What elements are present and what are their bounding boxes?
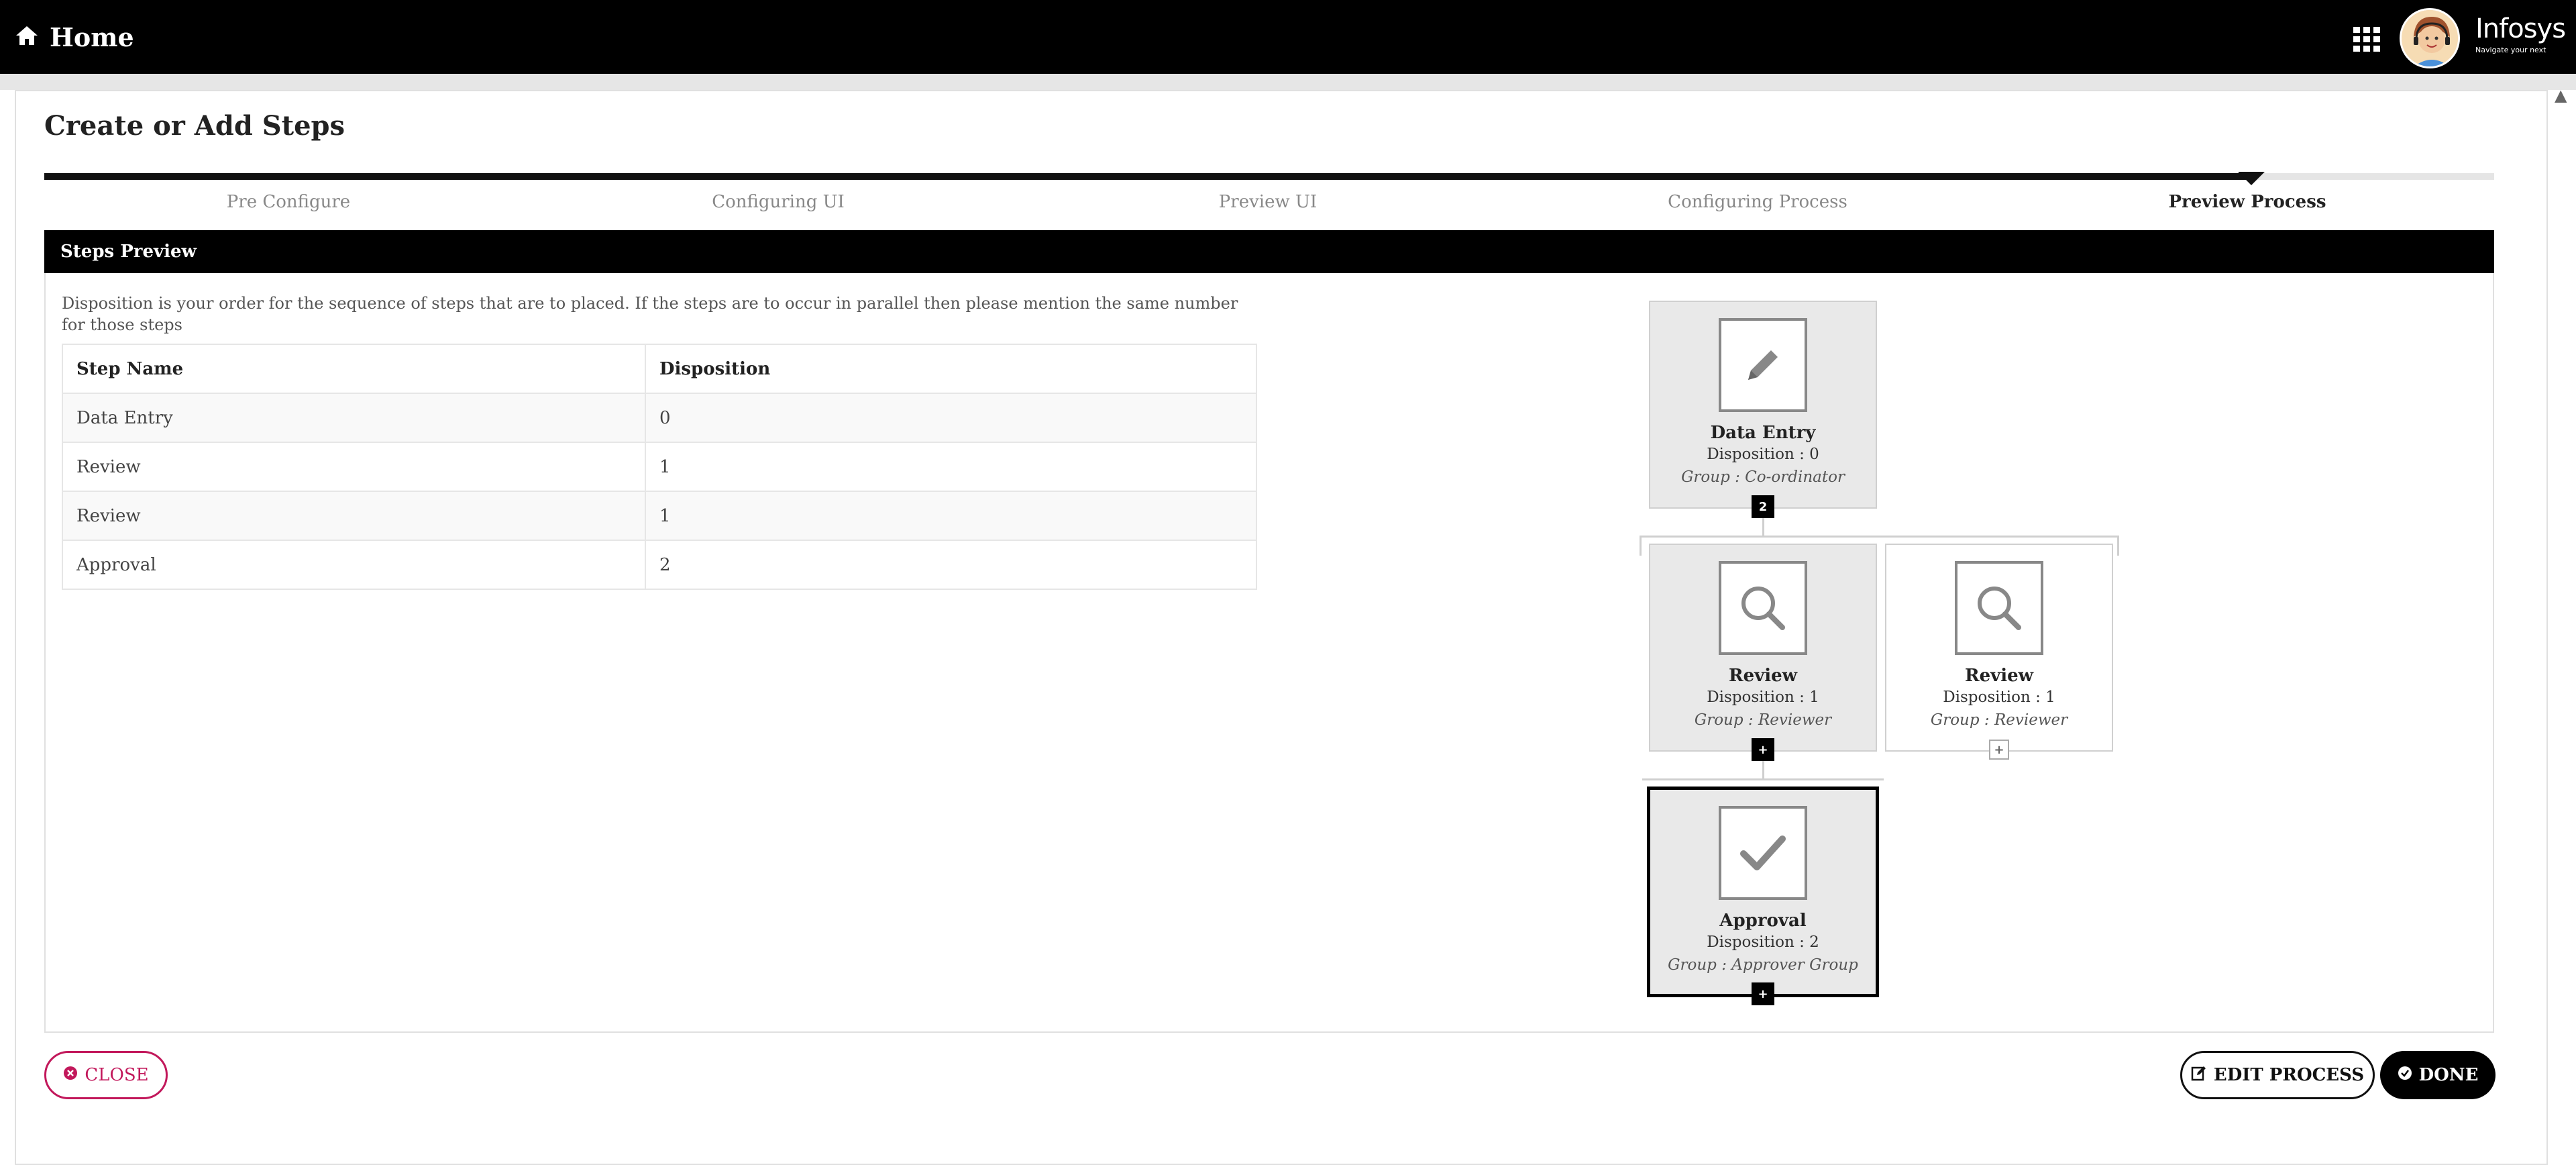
header-spacer (0, 74, 2576, 90)
edit-process-label: EDIT PROCESS (2213, 1065, 2365, 1085)
disposition-cell: 1 (645, 491, 1257, 541)
grid-icon[interactable] (2353, 27, 2380, 52)
node-title: Data Entry (1710, 423, 1816, 443)
flow-connector (1640, 536, 2119, 538)
node-group: Group : Reviewer (1930, 711, 2068, 729)
table-row: Review 1 (62, 491, 1257, 541)
node-disposition: Disposition : 1 (1943, 689, 2055, 706)
steps-table: Step Name Disposition Data Entry 0 Revie… (62, 344, 1257, 590)
avatar[interactable] (2400, 8, 2460, 68)
flow-node-review[interactable]: Review Disposition : 1 Group : Reviewer (1649, 544, 1877, 752)
table-row: Review 1 (62, 442, 1257, 492)
node-title: Review (1964, 666, 2034, 686)
flow-connector (2117, 536, 2119, 556)
done-button-label: DONE (2418, 1065, 2479, 1085)
column-header-step-name: Step Name (62, 344, 646, 394)
step-name-cell: Data Entry (62, 393, 646, 443)
node-title: Approval (1719, 911, 1807, 931)
top-bar: Home Infosys Navigate your next (0, 0, 2576, 74)
node-badge[interactable]: 2 (1752, 495, 1774, 518)
disposition-cell: 2 (645, 540, 1257, 590)
table-row: Data Entry 0 (62, 393, 1257, 443)
page-title: Create or Add Steps (44, 110, 345, 142)
flow-node-review-parallel[interactable]: Review Disposition : 1 Group : Reviewer (1885, 544, 2113, 752)
flow-connector (1762, 518, 1764, 537)
node-title: Review (1728, 666, 1798, 686)
home-label: Home (50, 21, 134, 52)
wizard-step-preview-process[interactable]: Preview Process (2080, 192, 2415, 212)
step-name-cell: Approval (62, 540, 646, 590)
search-icon (1719, 561, 1807, 655)
home-icon (15, 25, 39, 49)
scroll-up-arrow[interactable]: ▲ (2555, 86, 2567, 105)
add-step-button[interactable]: + (1752, 738, 1774, 761)
column-header-disposition: Disposition (645, 344, 1257, 394)
brand-logo: Infosys Navigate your next (2475, 13, 2566, 54)
table-row: Approval 2 (62, 540, 1257, 590)
wizard-step-configuring-ui[interactable]: Configuring UI (610, 192, 946, 212)
disposition-cell: 0 (645, 393, 1257, 443)
step-name-cell: Review (62, 491, 646, 541)
node-group: Group : Co-ordinator (1681, 468, 1845, 486)
node-group: Group : Approver Group (1668, 956, 1858, 974)
brand-name: Infosys (2475, 13, 2566, 44)
pencil-icon (1719, 318, 1807, 412)
close-button-label: CLOSE (85, 1065, 149, 1085)
flow-node-approval[interactable]: Approval Disposition : 2 Group : Approve… (1647, 787, 1879, 997)
steps-preview-header: Steps Preview (44, 230, 2494, 273)
node-disposition: Disposition : 1 (1707, 689, 1819, 706)
wizard-step-configuring-process[interactable]: Configuring Process (1590, 192, 1925, 212)
flow-connector (1642, 778, 1884, 780)
add-step-button[interactable]: + (1989, 740, 2009, 760)
table-header-row: Step Name Disposition (62, 344, 1257, 394)
wizard-active-marker (2238, 172, 2265, 185)
step-name-cell: Review (62, 442, 646, 492)
flow-connector (1762, 758, 1764, 778)
node-disposition: Disposition : 0 (1707, 446, 1819, 463)
edit-icon (2191, 1065, 2207, 1086)
disposition-cell: 1 (645, 442, 1257, 492)
home-link[interactable]: Home (15, 0, 134, 74)
check-circle-icon (2398, 1065, 2412, 1085)
flow-connector (1640, 536, 1642, 556)
done-button[interactable]: DONE (2380, 1051, 2496, 1099)
add-step-button[interactable]: + (1752, 982, 1774, 1005)
wizard-progress (44, 173, 2251, 180)
node-disposition: Disposition : 2 (1707, 933, 1819, 951)
wizard-step-pre-configure[interactable]: Pre Configure (121, 192, 456, 212)
brand-tagline: Navigate your next (2475, 46, 2546, 54)
flow-node-data-entry[interactable]: Data Entry Disposition : 0 Group : Co-or… (1649, 301, 1877, 509)
close-button[interactable]: CLOSE (44, 1051, 168, 1099)
close-circle-icon (63, 1065, 78, 1085)
wizard-step-preview-ui[interactable]: Preview UI (1100, 192, 1436, 212)
check-icon (1719, 806, 1807, 900)
node-group: Group : Reviewer (1694, 711, 1832, 729)
disposition-note: Disposition is your order for the sequen… (62, 294, 1238, 334)
search-icon (1955, 561, 2043, 655)
edit-process-button[interactable]: EDIT PROCESS (2180, 1051, 2375, 1099)
